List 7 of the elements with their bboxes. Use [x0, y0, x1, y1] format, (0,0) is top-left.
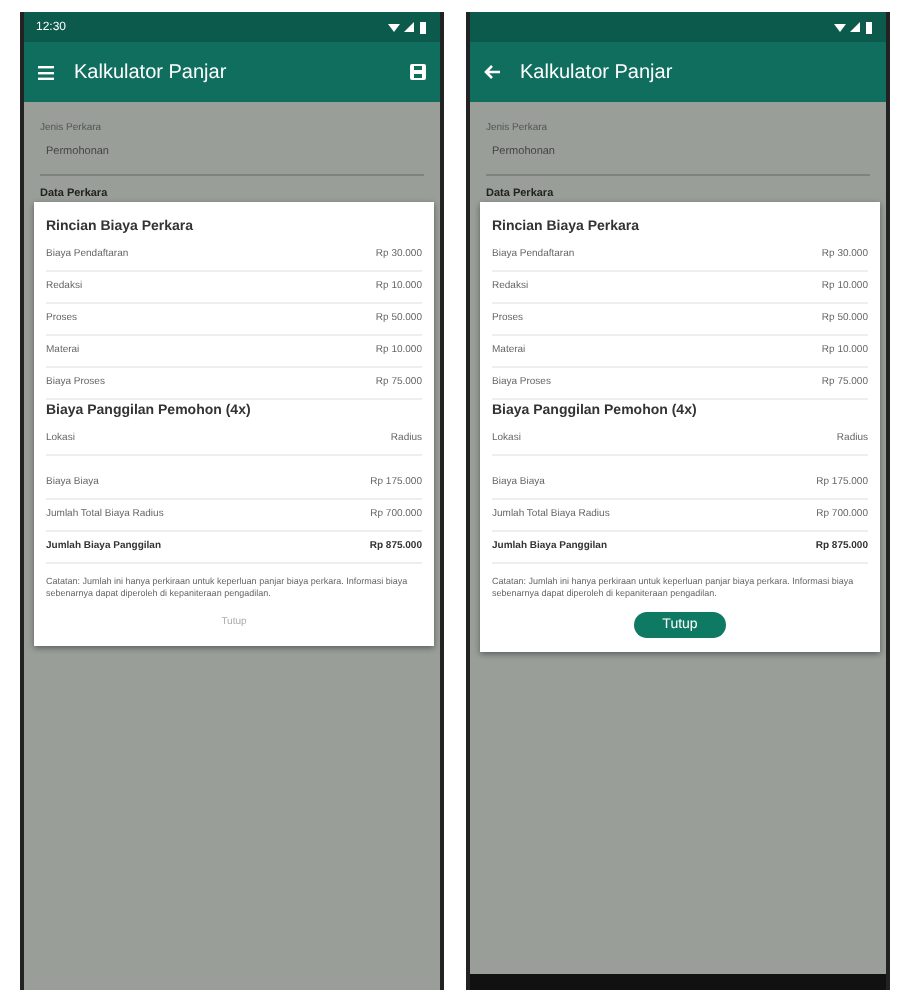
save-icon[interactable]: [410, 64, 426, 80]
app-title: Kalkulator Panjar: [74, 61, 227, 83]
status-icons: [834, 21, 874, 33]
back-arrow-icon[interactable]: [484, 64, 500, 80]
app-title: Kalkulator Panjar: [520, 61, 673, 83]
menu-icon[interactable]: [38, 65, 54, 79]
status-icons: [388, 21, 428, 33]
